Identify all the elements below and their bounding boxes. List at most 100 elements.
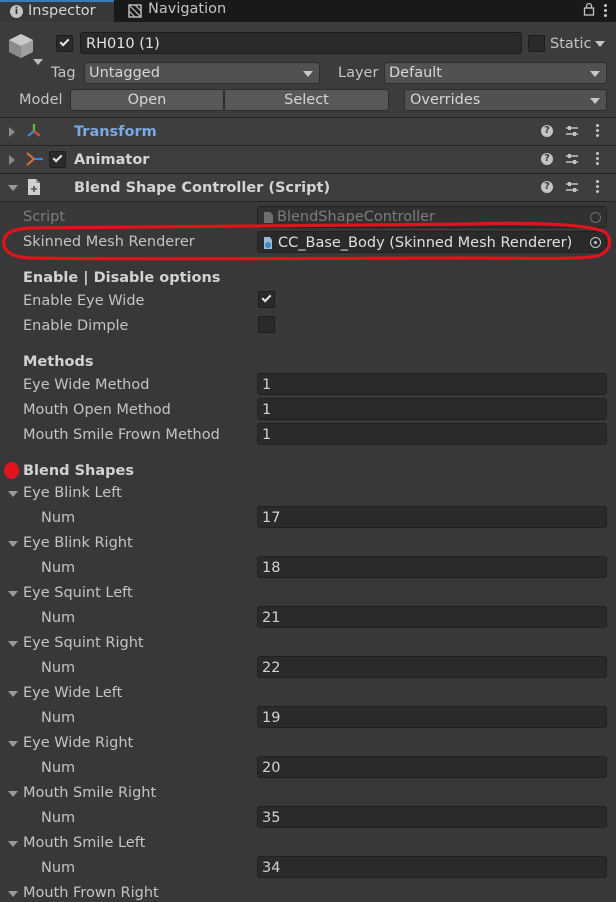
animator-component-header[interactable]: Animator ? <box>0 146 616 174</box>
help-icon[interactable]: ? <box>541 125 553 137</box>
chevron-down-icon <box>590 71 600 77</box>
layer-dropdown[interactable]: Default <box>384 62 607 84</box>
prefab-icon <box>9 34 33 58</box>
blend-shape-num-field[interactable]: 18 <box>257 556 607 578</box>
blend-shape-name[interactable]: Mouth Smile Right <box>23 786 156 801</box>
animator-enabled-checkbox[interactable] <box>49 151 66 168</box>
tab-inspector-label: Inspector <box>28 3 96 19</box>
blend-shape-name[interactable]: Eye Squint Left <box>23 586 133 601</box>
static-dropdown-arrow[interactable] <box>595 41 605 47</box>
animator-icon <box>26 152 43 166</box>
fold-arrow-icon[interactable] <box>8 185 18 191</box>
blend-shape-fold-arrow-icon[interactable] <box>8 791 18 797</box>
blend-shape-fold-arrow-icon[interactable] <box>8 841 18 847</box>
blend-shape-num-label: Num <box>41 810 76 826</box>
blend-shape-fold-arrow-icon[interactable] <box>8 541 18 547</box>
icon-dropdown-arrow[interactable] <box>33 59 43 65</box>
tag-value: Untagged <box>89 65 160 81</box>
blend-shape-name[interactable]: Eye Wide Right <box>23 736 133 751</box>
transform-title: Transform <box>74 124 157 140</box>
blend-shape-name[interactable]: Eye Wide Left <box>23 686 122 701</box>
object-header: RH010 (1) Static Tag Untagged Layer Defa… <box>0 22 616 118</box>
method-label: Eye Wide Method <box>23 377 150 393</box>
tag-dropdown[interactable]: Untagged <box>84 62 320 84</box>
blend-shape-num-value: 20 <box>262 760 281 776</box>
context-menu-icon[interactable] <box>596 180 599 195</box>
settings-sliders-icon[interactable] <box>565 124 579 138</box>
blend-shape-name[interactable]: Mouth Frown Right <box>23 886 159 901</box>
tab-navigation-label: Navigation <box>148 1 227 17</box>
fold-arrow-icon[interactable] <box>9 127 15 137</box>
blend-shape-num-field[interactable]: 22 <box>257 656 607 678</box>
fold-arrow-icon[interactable] <box>9 155 15 165</box>
tab-inspector[interactable]: i Inspector <box>0 0 114 22</box>
blend-shape-num-field[interactable]: 34 <box>257 856 607 878</box>
method-label: Mouth Smile Frown Method <box>23 427 220 443</box>
blend-shape-num-field[interactable]: 35 <box>257 806 607 828</box>
red-annotation-dot <box>4 462 19 479</box>
blend-shape-fold-arrow-icon[interactable] <box>8 591 18 597</box>
blend-shape-num-label: Num <box>41 710 76 726</box>
lock-icon[interactable] <box>583 2 595 16</box>
method-field[interactable]: 1 <box>257 373 607 395</box>
layer-value: Default <box>389 65 442 81</box>
blend-shape-fold-arrow-icon[interactable] <box>8 891 18 897</box>
static-checkbox[interactable] <box>528 35 545 52</box>
tab-menu-icon[interactable] <box>604 4 607 19</box>
object-name-field[interactable]: RH010 (1) <box>80 32 522 54</box>
blend-shape-num-label: Num <box>41 560 76 576</box>
context-menu-icon[interactable] <box>596 124 599 139</box>
overrides-dropdown[interactable]: Overrides <box>404 89 607 111</box>
blend-shape-num-field[interactable]: 21 <box>257 606 607 628</box>
select-button-label: Select <box>284 92 329 108</box>
method-label: Mouth Open Method <box>23 402 171 418</box>
context-menu-icon[interactable] <box>596 152 599 167</box>
chevron-down-icon <box>590 98 600 104</box>
blend-shapes-heading: Blend Shapes <box>23 463 135 479</box>
open-button[interactable]: Open <box>70 89 224 111</box>
blend-shape-fold-arrow-icon[interactable] <box>8 491 18 497</box>
blend-shape-fold-arrow-icon[interactable] <box>8 741 18 747</box>
tag-label: Tag <box>51 65 76 81</box>
help-icon[interactable]: ? <box>541 153 553 165</box>
tab-navigation[interactable]: Navigation <box>116 0 236 22</box>
blend-shape-num-field[interactable]: 17 <box>257 506 607 528</box>
help-icon[interactable]: ? <box>541 181 553 193</box>
blend-shape-num-field[interactable]: 20 <box>257 756 607 778</box>
methods-heading: Methods <box>23 354 94 370</box>
blend-shape-fold-arrow-icon[interactable] <box>8 641 18 647</box>
static-label: Static <box>550 36 592 52</box>
select-button[interactable]: Select <box>224 89 389 111</box>
method-field[interactable]: 1 <box>257 423 607 445</box>
blend-shape-num-label: Num <box>41 510 76 526</box>
blend-shape-name[interactable]: Mouth Smile Left <box>23 836 145 851</box>
overrides-label: Overrides <box>410 92 481 108</box>
blend-shape-name[interactable]: Eye Blink Left <box>23 486 122 501</box>
tab-bar: i Inspector Navigation <box>0 0 616 22</box>
enable-eye-wide-checkbox[interactable] <box>258 291 275 308</box>
blend-shape-fold-arrow-icon[interactable] <box>8 691 18 697</box>
settings-sliders-icon[interactable] <box>565 180 579 194</box>
blend-shape-name[interactable]: Eye Blink Right <box>23 536 133 551</box>
layer-label: Layer <box>338 65 379 81</box>
blend-controller-component-header[interactable]: Blend Shape Controller (Script) ? <box>0 174 616 202</box>
transform-component-header[interactable]: Transform ? <box>0 118 616 146</box>
blend-shape-num-value: 17 <box>262 510 281 526</box>
blend-controller-title: Blend Shape Controller (Script) <box>74 180 331 196</box>
blend-shape-num-value: 19 <box>262 710 281 726</box>
blend-shape-num-value: 21 <box>262 610 281 626</box>
blend-shape-num-value: 35 <box>262 810 281 826</box>
blend-shape-num-label: Num <box>41 610 76 626</box>
animator-title: Animator <box>74 152 150 168</box>
active-checkbox[interactable] <box>56 35 73 52</box>
enable-dimple-checkbox[interactable] <box>258 316 275 333</box>
method-field[interactable]: 1 <box>257 398 607 420</box>
chevron-down-icon <box>303 71 313 77</box>
blend-shape-num-value: 22 <box>262 660 281 676</box>
blend-shape-num-field[interactable]: 19 <box>257 706 607 728</box>
blend-shape-num-label: Num <box>41 760 76 776</box>
blend-shape-name[interactable]: Eye Squint Right <box>23 636 144 651</box>
settings-sliders-icon[interactable] <box>565 152 579 166</box>
enable-dimple-label: Enable Dimple <box>23 318 129 334</box>
transform-icon <box>27 124 41 137</box>
